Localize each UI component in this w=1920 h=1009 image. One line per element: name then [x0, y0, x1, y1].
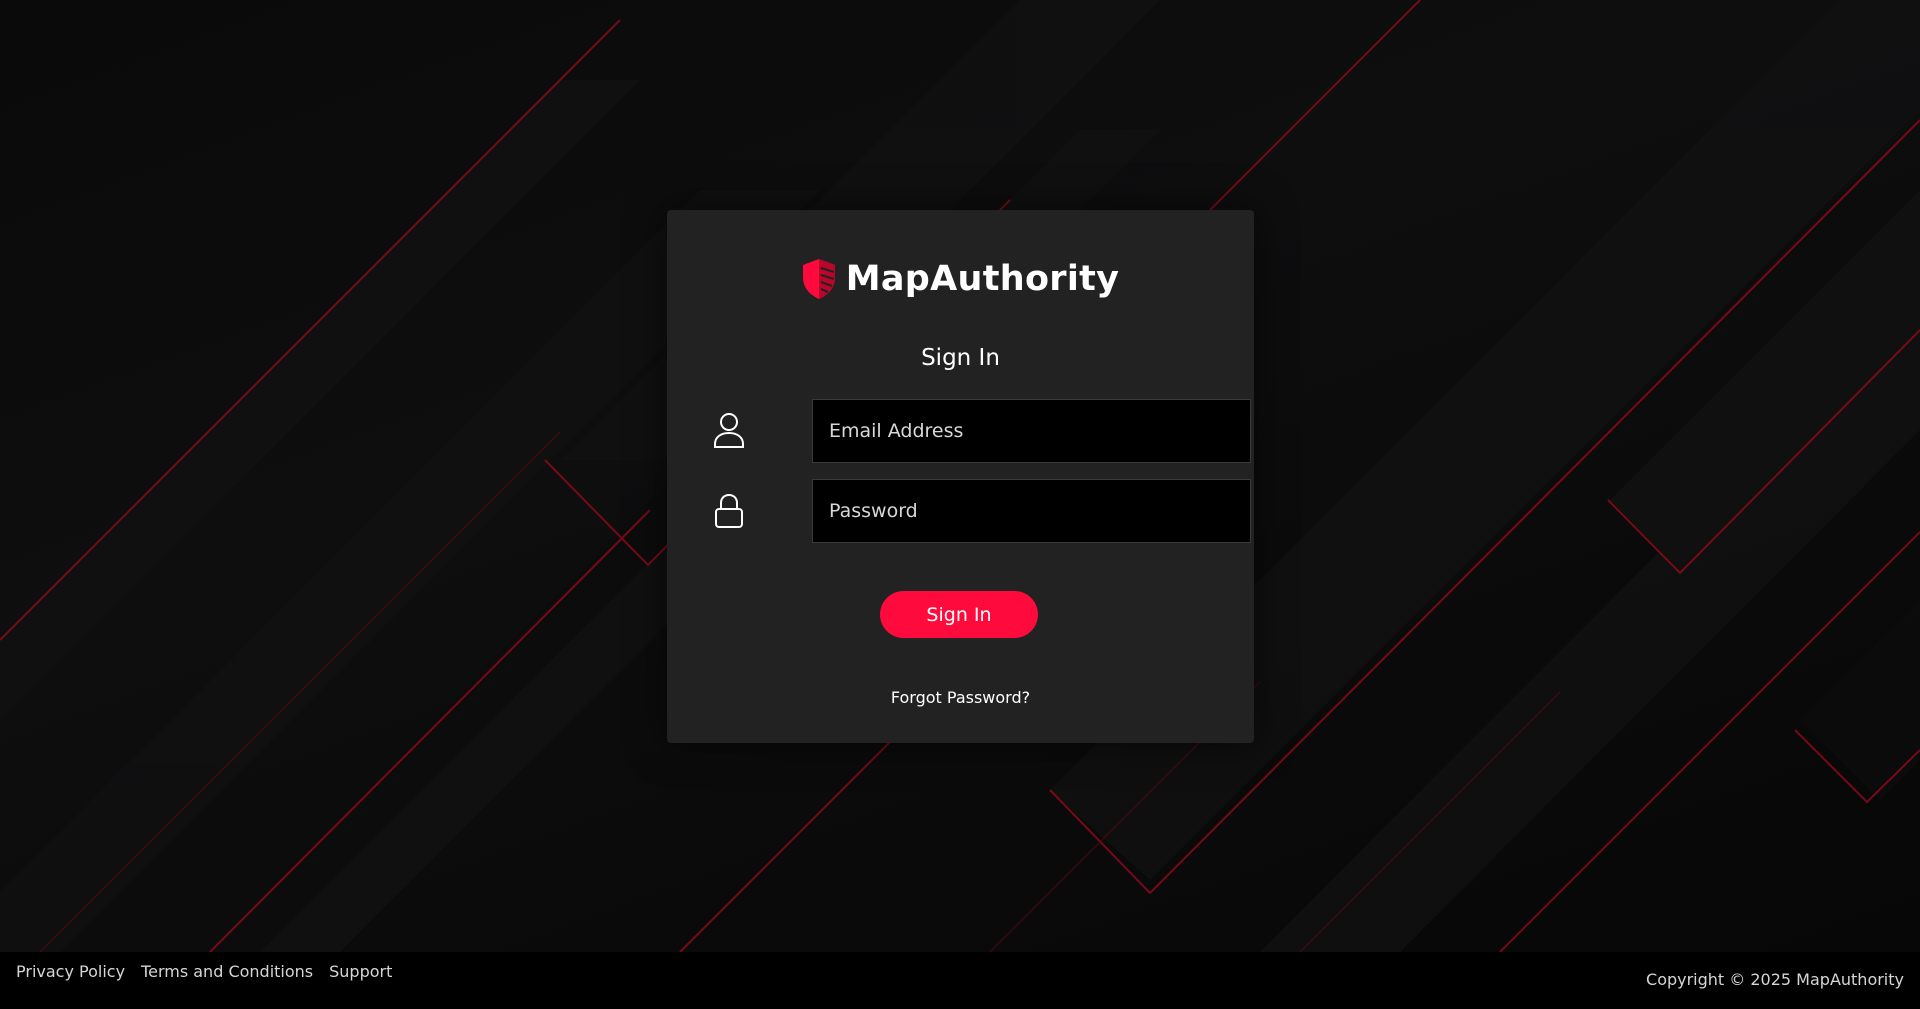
user-icon	[714, 413, 744, 448]
brand-logo: MapAuthority	[667, 258, 1254, 300]
signin-title: Sign In	[921, 345, 1000, 371]
brand-name: MapAuthority	[845, 259, 1120, 299]
password-row	[713, 479, 1251, 543]
footer-links: Privacy Policy Terms and Conditions Supp…	[16, 962, 392, 981]
password-input[interactable]	[812, 479, 1251, 543]
email-row	[713, 399, 1251, 463]
email-input[interactable]	[812, 399, 1251, 463]
forgot-password-link[interactable]: Forgot Password?	[667, 688, 1254, 707]
copyright-text: Copyright © 2025 MapAuthority	[1646, 970, 1904, 989]
lock-icon	[715, 493, 743, 528]
shield-icon	[802, 259, 835, 299]
support-link[interactable]: Support	[329, 962, 392, 981]
privacy-policy-link[interactable]: Privacy Policy	[16, 962, 125, 981]
terms-link[interactable]: Terms and Conditions	[141, 962, 313, 981]
footer: Privacy Policy Terms and Conditions Supp…	[0, 952, 1920, 1009]
signin-button[interactable]: Sign In	[880, 591, 1038, 638]
signin-card: MapAuthority Sign In Sign In Forgot Pass…	[667, 210, 1254, 743]
